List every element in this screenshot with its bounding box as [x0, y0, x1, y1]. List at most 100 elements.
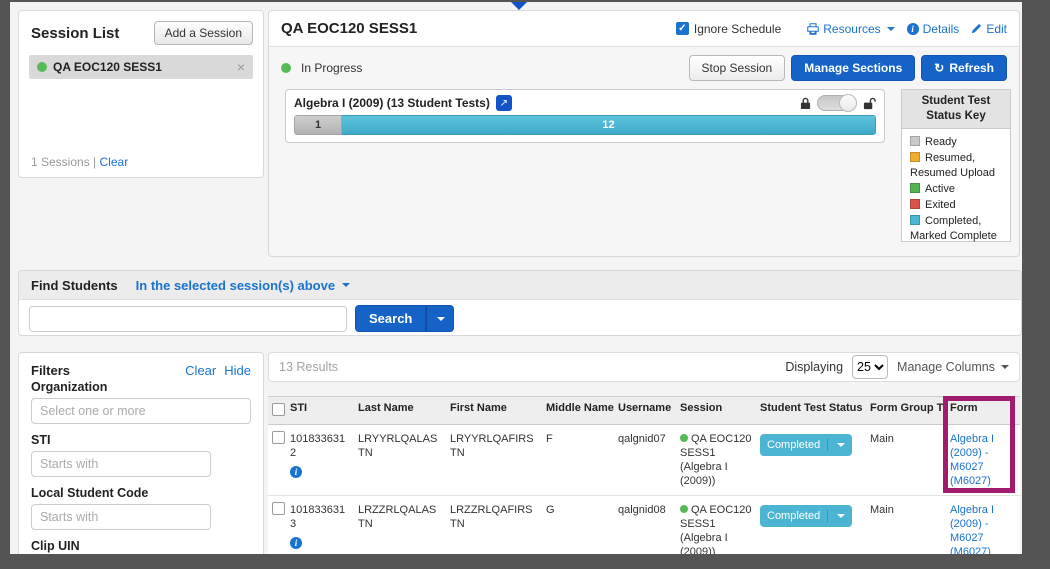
form-link[interactable]: Algebra I (2009) - M6027 (M6027) [946, 425, 1020, 495]
col-header-first-name: First Name [446, 397, 542, 424]
search-scope-dropdown[interactable]: In the selected session(s) above [136, 278, 350, 293]
local-student-code-input[interactable] [31, 504, 211, 530]
session-status-text: In Progress [301, 61, 362, 75]
info-icon: i [907, 23, 919, 35]
form-group-type-value: Main [866, 425, 946, 453]
session-detail-panel: QA EOC120 SESS1 ✓ Ignore Schedule Resour… [268, 10, 1020, 257]
session-active-dot-icon [680, 505, 688, 513]
external-link-icon[interactable]: ↗ [496, 95, 512, 111]
ignore-schedule-label: Ignore Schedule [694, 22, 781, 36]
session-active-dot-icon [680, 434, 688, 442]
progress-segment-completed: 12 [342, 115, 876, 135]
col-header-sti: STI [286, 397, 354, 424]
pencil-icon [971, 23, 982, 34]
sti-value: 1018336312 [290, 432, 350, 460]
check-icon: ✓ [678, 23, 686, 34]
refresh-button[interactable]: ↻ Refresh [921, 55, 1007, 81]
form-link[interactable]: Algebra I (2009) - M6027 (M6027) [946, 496, 1020, 554]
ignore-schedule-checkbox[interactable]: ✓ [676, 22, 689, 35]
search-button[interactable]: Search [355, 305, 426, 332]
organization-input[interactable] [31, 398, 251, 424]
lock-closed-icon [800, 97, 811, 110]
session-count: 1 Sessions [31, 155, 90, 169]
row-checkbox[interactable] [272, 502, 285, 515]
lock-open-icon [863, 97, 876, 110]
student-test-status-dropdown[interactable]: Completed [760, 505, 852, 527]
col-header-username: Username [614, 397, 676, 424]
last-name-value: LRYYRLQALASTN [354, 425, 446, 467]
select-all-checkbox[interactable] [272, 403, 285, 416]
displaying-label: Displaying [785, 360, 843, 374]
clear-sessions-link[interactable]: Clear [100, 155, 129, 169]
chevron-down-icon [887, 27, 895, 31]
status-key-item: Ready [910, 135, 1002, 150]
filters-clear-link[interactable]: Clear [185, 363, 216, 378]
resources-dropdown[interactable]: Resources [807, 22, 894, 36]
session-value: QA EOC120 SESS1 (Algebra I (2009)) [680, 433, 752, 487]
student-test-status-dropdown[interactable]: Completed [760, 434, 852, 456]
status-key-label: Ready [925, 136, 957, 148]
chevron-down-icon [342, 283, 350, 287]
col-header-form: Form [946, 397, 1020, 424]
session-list-item[interactable]: QA EOC120 SESS1 × [29, 55, 253, 79]
student-info-icon[interactable]: i [290, 466, 302, 478]
first-name-value: LRYYRLQAFIRSTN [446, 425, 542, 467]
remove-session-icon[interactable]: × [237, 60, 245, 74]
resources-label: Resources [823, 22, 880, 36]
username-value: qalgnid08 [614, 496, 676, 524]
student-search-input[interactable] [29, 306, 347, 332]
search-split-button[interactable]: Search [355, 305, 454, 332]
footer-separator: | [93, 155, 96, 169]
manage-sections-button[interactable]: Manage Sections [791, 55, 915, 81]
student-test-status-key: Student Test Status Key Ready Resumed, R… [901, 89, 1011, 242]
clip-uin-label: Clip UIN [31, 539, 251, 553]
row-checkbox[interactable] [272, 431, 285, 444]
stop-session-button[interactable]: Stop Session [689, 55, 786, 81]
table-row: 1018336312 i LRYYRLQALASTN LRYYRLQAFIRST… [268, 425, 1020, 496]
col-header-last-name: Last Name [354, 397, 446, 424]
manage-columns-dropdown[interactable]: Manage Columns [897, 360, 1009, 374]
status-key-label: Active [925, 183, 955, 195]
test-name: Algebra I (2009) (13 Student Tests) [294, 96, 490, 110]
exited-swatch-icon [910, 199, 920, 209]
details-link[interactable]: i Details [907, 22, 960, 36]
students-table: STI Last Name First Name Middle Name Use… [268, 396, 1020, 554]
session-value: QA EOC120 SESS1 (Algebra I (2009)) [680, 504, 752, 554]
find-students-title: Find Students [31, 278, 118, 293]
results-section: 13 Results Displaying 25 Manage Columns … [268, 352, 1020, 554]
filters-hide-link[interactable]: Hide [224, 363, 251, 378]
sti-input[interactable] [31, 451, 211, 477]
session-list-panel: Session List Add a Session QA EOC120 SES… [18, 10, 264, 178]
status-key-item: Exited [910, 198, 1002, 213]
status-key-label: Resumed, Resumed Upload [910, 152, 995, 179]
find-students-panel: Find Students In the selected session(s)… [18, 270, 1022, 336]
status-key-label: Exited [925, 199, 956, 211]
status-key-label: Completed, Marked Complete [910, 215, 997, 242]
middle-name-value: F [542, 425, 614, 453]
edit-link[interactable]: Edit [971, 22, 1007, 36]
status-value: Completed [760, 505, 827, 527]
refresh-label: Refresh [949, 61, 994, 75]
page-size-select[interactable]: 25 [852, 355, 888, 379]
local-student-code-label: Local Student Code [31, 486, 251, 500]
test-progress-bar: 1 12 [294, 115, 876, 135]
chevron-down-icon [837, 514, 845, 518]
username-value: qalgnid07 [614, 425, 676, 453]
sti-value: 1018336313 [290, 503, 350, 531]
resumed-swatch-icon [910, 152, 920, 162]
student-info-icon[interactable]: i [290, 537, 302, 549]
progress-segment-ready: 1 [294, 115, 342, 135]
add-session-button[interactable]: Add a Session [154, 21, 253, 45]
status-key-title: Student Test Status Key [902, 90, 1010, 129]
toggle-knob[interactable] [839, 94, 857, 112]
search-scope-label: In the selected session(s) above [136, 278, 335, 293]
col-header-student-test-status: Student Test Status [756, 397, 866, 424]
status-value: Completed [760, 434, 827, 456]
status-key-item: Resumed, Resumed Upload [910, 151, 1002, 181]
filters-panel: Filters Clear Hide Organization STI Loca… [18, 352, 264, 554]
search-options-caret[interactable] [426, 305, 454, 332]
middle-name-value: G [542, 496, 614, 524]
lock-toggle[interactable] [817, 95, 857, 111]
table-header-row: STI Last Name First Name Middle Name Use… [268, 396, 1020, 425]
refresh-icon: ↻ [934, 61, 944, 75]
